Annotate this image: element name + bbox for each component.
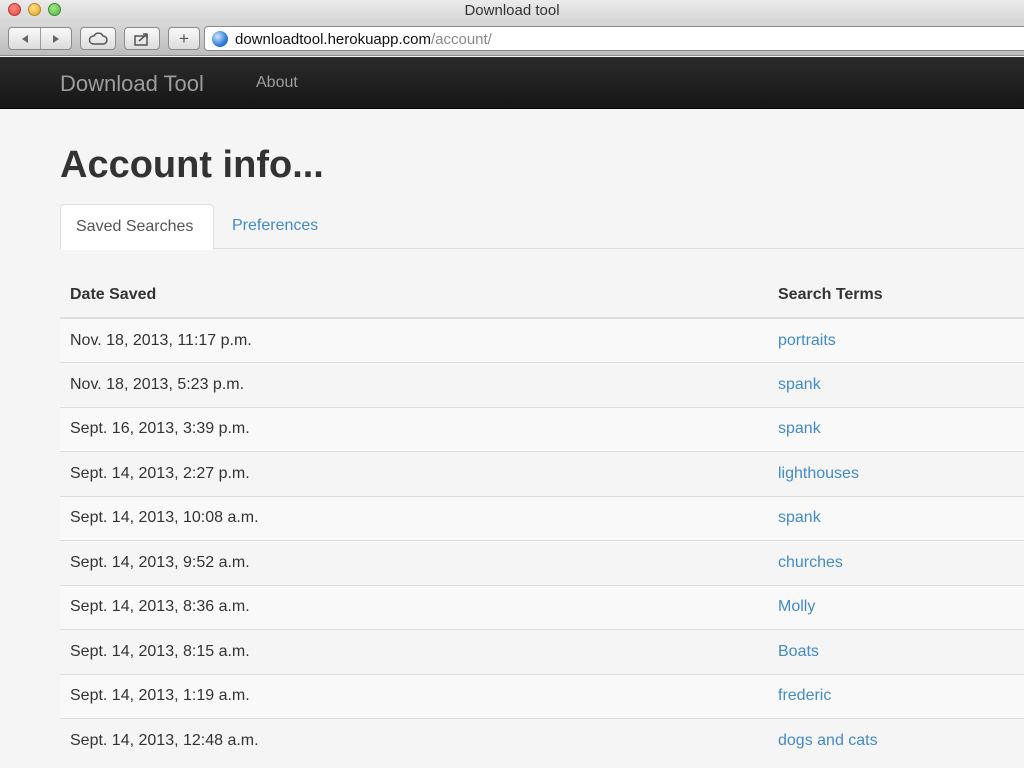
nav-link-about[interactable]: About (256, 74, 298, 92)
header-search-terms: Search Terms (768, 272, 1024, 319)
date-saved-cell: Sept. 14, 2013, 12:48 a.m. (60, 718, 768, 763)
window-titlebar: Download tool (0, 0, 1024, 22)
table-row: Nov. 18, 2013, 11:17 p.m. portraits (60, 317, 1024, 363)
date-saved-cell: Sept. 16, 2013, 3:39 p.m. (60, 406, 768, 452)
table-row: Sept. 16, 2013, 3:39 p.m. spank (60, 406, 1024, 452)
date-saved-cell: Nov. 18, 2013, 11:17 p.m. (60, 317, 768, 363)
search-term-link[interactable]: spank (778, 509, 821, 526)
table-row: Sept. 14, 2013, 9:52 a.m. churches (60, 540, 1024, 585)
search-term-cell: spank (768, 362, 1024, 407)
page-title: Account info... (60, 144, 324, 186)
search-term-cell: spank (768, 495, 1024, 541)
search-term-cell: Molly (768, 584, 1024, 630)
search-term-cell: churches (768, 540, 1024, 585)
search-term-link[interactable]: dogs and cats (778, 732, 878, 749)
search-term-cell: frederic (768, 673, 1024, 719)
url-text: downloadtool.herokuapp.com/account/ (235, 31, 492, 48)
back-forward-group (8, 27, 72, 50)
search-term-cell: Boats (768, 629, 1024, 674)
plus-icon: + (179, 28, 189, 48)
date-saved-cell: Sept. 14, 2013, 8:36 a.m. (60, 584, 768, 630)
table-row: Nov. 18, 2013, 5:23 p.m. spank (60, 362, 1024, 407)
search-term-link[interactable]: Boats (778, 643, 819, 660)
forward-arrow-icon[interactable] (40, 28, 71, 49)
table-header-row: Date Saved Search Terms (60, 272, 1024, 319)
account-tabs: Saved Searches Preferences (60, 204, 1024, 250)
table-row: Sept. 14, 2013, 1:19 a.m. frederic (60, 673, 1024, 719)
date-saved-cell: Sept. 14, 2013, 1:19 a.m. (60, 673, 768, 719)
search-term-cell: portraits (768, 317, 1024, 363)
table-row: Sept. 14, 2013, 10:08 a.m. spank (60, 495, 1024, 541)
date-saved-cell: Nov. 18, 2013, 5:23 p.m. (60, 362, 768, 407)
header-date-saved: Date Saved (60, 272, 768, 319)
tab-saved-searches[interactable]: Saved Searches (60, 204, 214, 250)
url-path: /account/ (430, 31, 492, 48)
window-title: Download tool (464, 2, 560, 19)
share-button[interactable] (124, 27, 160, 50)
table-row: Sept. 14, 2013, 8:36 a.m. Molly (60, 584, 1024, 630)
tab-preferences[interactable]: Preferences (217, 204, 333, 249)
search-term-link[interactable]: spank (778, 376, 821, 393)
back-arrow-icon[interactable] (9, 28, 40, 49)
search-term-link[interactable]: portraits (778, 332, 836, 349)
share-icon (134, 32, 148, 46)
date-saved-cell: Sept. 14, 2013, 8:15 a.m. (60, 629, 768, 674)
date-saved-cell: Sept. 14, 2013, 9:52 a.m. (60, 540, 768, 585)
site-navbar: Download Tool About (0, 57, 1024, 109)
browser-toolbar: + downloadtool.herokuapp.com/account/ (0, 22, 1024, 56)
table-row: Sept. 14, 2013, 12:48 a.m. dogs and cats (60, 718, 1024, 763)
date-saved-cell: Sept. 14, 2013, 10:08 a.m. (60, 495, 768, 541)
search-term-link[interactable]: churches (778, 554, 843, 571)
search-term-link[interactable]: spank (778, 420, 821, 437)
search-term-link[interactable]: Molly (778, 598, 815, 615)
search-term-cell: spank (768, 406, 1024, 452)
url-host: downloadtool.herokuapp.com (235, 31, 431, 48)
date-saved-cell: Sept. 14, 2013, 2:27 p.m. (60, 451, 768, 496)
icloud-tabs-button[interactable] (80, 27, 116, 50)
saved-searches-table: Date Saved Search Terms Nov. 18, 2013, 1… (60, 272, 1024, 763)
brand-link[interactable]: Download Tool (60, 71, 204, 97)
cloud-icon (88, 31, 108, 45)
new-tab-button[interactable]: + (168, 27, 200, 50)
search-term-cell: lighthouses (768, 451, 1024, 496)
table-row: Sept. 14, 2013, 8:15 a.m. Boats (60, 629, 1024, 674)
table-row: Sept. 14, 2013, 2:27 p.m. lighthouses (60, 451, 1024, 496)
globe-icon (212, 31, 228, 47)
search-term-link[interactable]: lighthouses (778, 465, 859, 482)
search-term-cell: dogs and cats (768, 718, 1024, 763)
address-bar[interactable]: downloadtool.herokuapp.com/account/ (204, 26, 1024, 51)
search-term-link[interactable]: frederic (778, 687, 831, 704)
